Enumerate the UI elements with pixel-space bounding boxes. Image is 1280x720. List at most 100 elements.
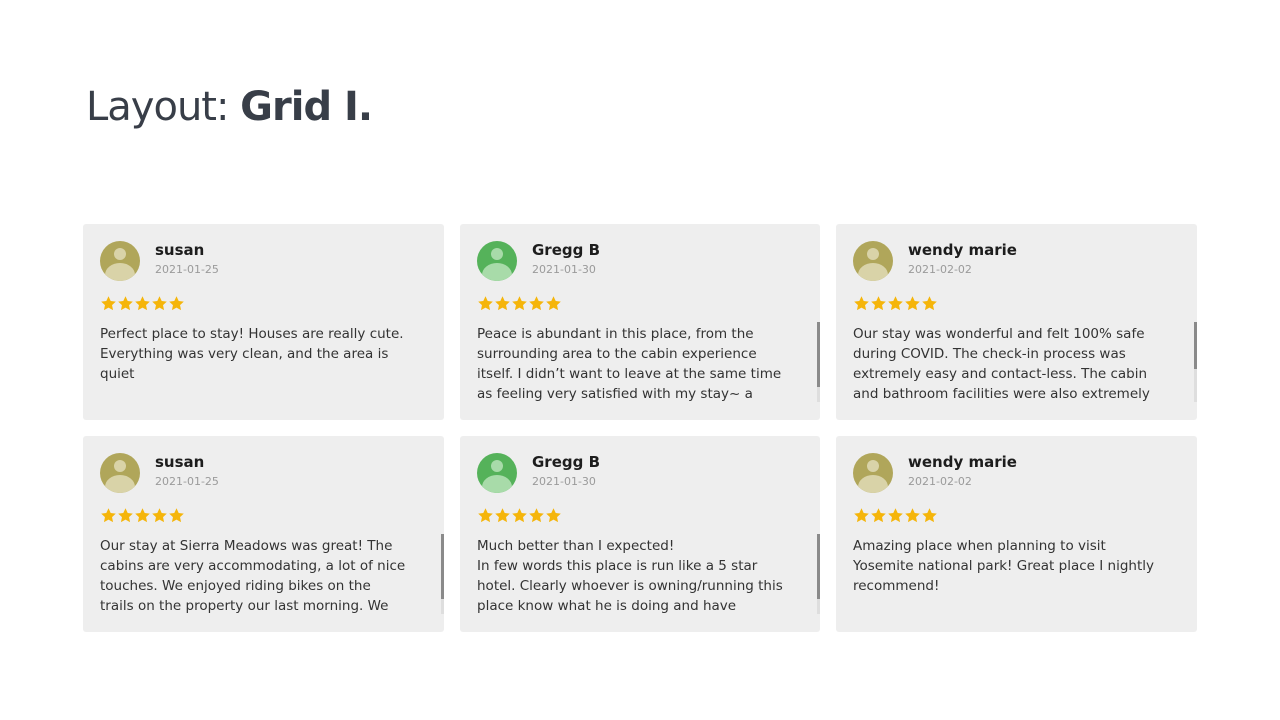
page-title-emphasis: Grid I.	[240, 84, 373, 130]
review-text: Perfect place to stay! Houses are really…	[100, 326, 404, 382]
star-icon	[495, 508, 510, 523]
star-rating	[853, 295, 1180, 313]
review-body[interactable]: Much better than I expected! In few word…	[477, 536, 803, 616]
review-text: Much better than I expected! In few word…	[477, 538, 783, 614]
star-icon	[169, 296, 184, 311]
review-header: Gregg B 2021-01-30	[477, 453, 803, 493]
reviewer-name: wendy marie	[908, 453, 1017, 471]
scrollbar-thumb[interactable]	[817, 322, 820, 387]
avatar-head-icon	[114, 248, 126, 260]
star-icon	[135, 296, 150, 311]
review-author: wendy marie 2021-02-02	[908, 453, 1017, 488]
review-scrollbar[interactable]	[441, 534, 444, 614]
review-card: wendy marie 2021-02-02 Our stay was wond…	[836, 224, 1197, 420]
star-icon	[118, 508, 133, 523]
star-rating	[853, 507, 1180, 525]
avatar	[100, 453, 140, 493]
review-body: Perfect place to stay! Houses are really…	[100, 324, 427, 404]
review-card: Gregg B 2021-01-30 Peace is abundant in …	[460, 224, 820, 420]
review-date: 2021-02-02	[908, 475, 972, 488]
star-rating	[100, 507, 427, 525]
star-icon	[871, 296, 886, 311]
review-text: Amazing place when planning to visit Yos…	[853, 538, 1154, 594]
star-rating	[477, 295, 803, 313]
review-date: 2021-01-30	[532, 263, 596, 276]
review-date: 2021-02-02	[908, 263, 972, 276]
avatar	[853, 453, 893, 493]
star-icon	[495, 296, 510, 311]
review-author: Gregg B 2021-01-30	[532, 241, 600, 276]
review-body: Amazing place when planning to visit Yos…	[853, 536, 1180, 616]
review-date: 2021-01-30	[532, 475, 596, 488]
review-header: susan 2021-01-25	[100, 241, 427, 281]
review-card: susan 2021-01-25 Perfect place to stay! …	[83, 224, 444, 420]
reviewer-name: Gregg B	[532, 453, 601, 471]
review-text: Our stay was wonderful and felt 100% saf…	[853, 326, 1150, 402]
star-icon	[922, 508, 937, 523]
avatar-body-icon	[105, 475, 135, 493]
avatar-head-icon	[867, 248, 879, 260]
star-icon	[529, 508, 544, 523]
star-icon	[101, 508, 116, 523]
star-icon	[478, 296, 493, 311]
scrollbar-thumb[interactable]	[441, 534, 444, 599]
avatar	[853, 241, 893, 281]
avatar-head-icon	[114, 460, 126, 472]
review-header: wendy marie 2021-02-02	[853, 453, 1180, 493]
star-icon	[478, 508, 493, 523]
review-body[interactable]: Our stay at Sierra Meadows was great! Th…	[100, 536, 427, 616]
review-date: 2021-01-25	[155, 475, 219, 488]
review-scrollbar[interactable]	[817, 534, 820, 614]
avatar-body-icon	[482, 263, 512, 281]
star-icon	[118, 296, 133, 311]
reviewer-name: susan	[155, 453, 205, 471]
avatar-body-icon	[858, 263, 888, 281]
reviews-grid: susan 2021-01-25 Perfect place to stay! …	[83, 224, 1197, 632]
reviewer-name: susan	[155, 241, 205, 259]
review-author: susan 2021-01-25	[155, 241, 219, 276]
scrollbar-thumb[interactable]	[1194, 322, 1197, 369]
review-author: susan 2021-01-25	[155, 453, 219, 488]
star-icon	[888, 508, 903, 523]
avatar	[100, 241, 140, 281]
review-scrollbar[interactable]	[817, 322, 820, 402]
avatar	[477, 453, 517, 493]
star-icon	[546, 508, 561, 523]
avatar-body-icon	[482, 475, 512, 493]
star-icon	[512, 508, 527, 523]
review-body[interactable]: Our stay was wonderful and felt 100% saf…	[853, 324, 1180, 404]
page-title: Layout: Grid I.	[86, 84, 373, 130]
reviewer-name: wendy marie	[908, 241, 1017, 259]
review-card: susan 2021-01-25 Our stay at Sierra Mead…	[83, 436, 444, 632]
avatar-body-icon	[105, 263, 135, 281]
star-icon	[152, 296, 167, 311]
scrollbar-thumb[interactable]	[817, 534, 820, 599]
star-icon	[101, 296, 116, 311]
star-icon	[905, 296, 920, 311]
review-author: wendy marie 2021-02-02	[908, 241, 1017, 276]
star-icon	[529, 296, 544, 311]
review-body[interactable]: Peace is abundant in this place, from th…	[477, 324, 803, 404]
avatar-head-icon	[491, 248, 503, 260]
star-icon	[854, 508, 869, 523]
star-icon	[905, 508, 920, 523]
star-rating	[477, 507, 803, 525]
review-text: Our stay at Sierra Meadows was great! Th…	[100, 538, 406, 614]
star-icon	[152, 508, 167, 523]
page-title-prefix: Layout:	[86, 84, 229, 130]
star-icon	[854, 296, 869, 311]
star-icon	[169, 508, 184, 523]
review-header: susan 2021-01-25	[100, 453, 427, 493]
review-header: wendy marie 2021-02-02	[853, 241, 1180, 281]
avatar-head-icon	[491, 460, 503, 472]
review-date: 2021-01-25	[155, 263, 219, 276]
review-card: wendy marie 2021-02-02 Amazing place whe…	[836, 436, 1197, 632]
avatar	[477, 241, 517, 281]
star-icon	[871, 508, 886, 523]
star-icon	[135, 508, 150, 523]
review-author: Gregg B 2021-01-30	[532, 453, 600, 488]
star-icon	[512, 296, 527, 311]
star-icon	[546, 296, 561, 311]
review-scrollbar[interactable]	[1194, 322, 1197, 402]
star-rating	[100, 295, 427, 313]
